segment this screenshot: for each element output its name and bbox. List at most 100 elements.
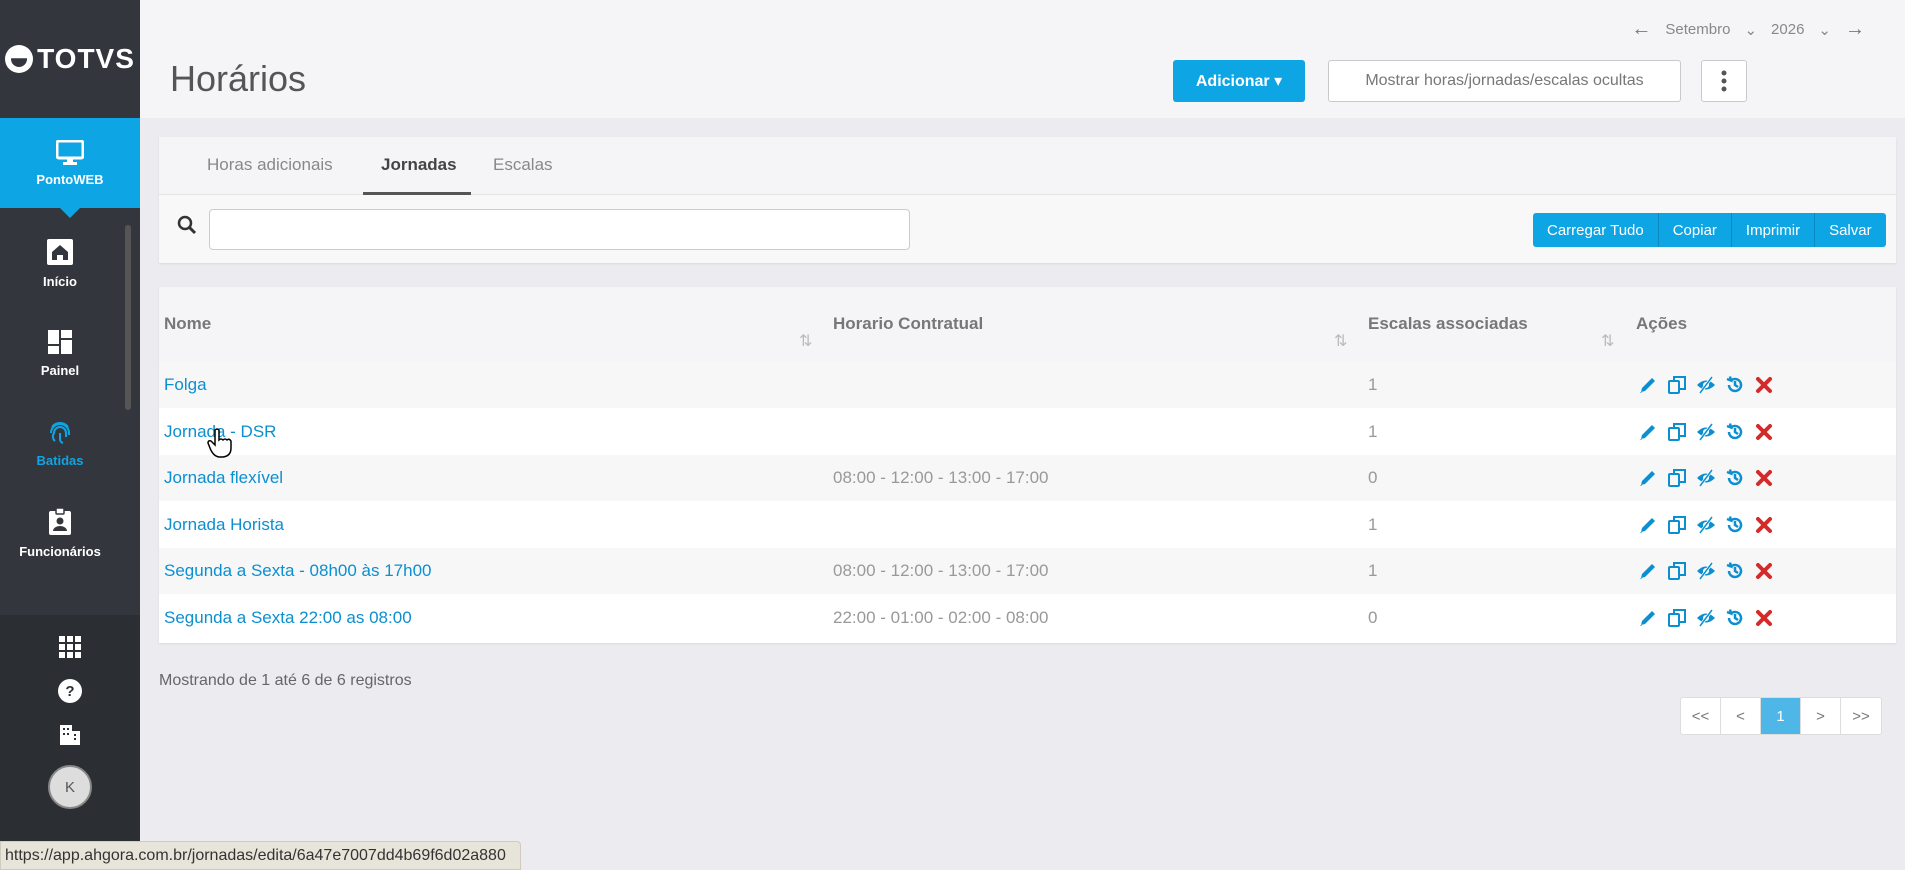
app-label: PontoWEB — [36, 171, 104, 187]
first-page-button[interactable]: << — [1681, 698, 1721, 734]
escalas-associadas-cell: 1 — [1368, 561, 1378, 580]
sidebar-item-painel[interactable]: Painel — [0, 308, 120, 398]
next-month-arrow-icon[interactable]: → — [1845, 18, 1865, 41]
history-icon[interactable] — [1723, 559, 1747, 583]
prev-month-arrow-icon[interactable]: ← — [1631, 18, 1651, 41]
year-select[interactable]: 2026 — [1771, 21, 1804, 38]
last-page-button[interactable]: >> — [1841, 698, 1881, 734]
sidebar-item-funcionarios[interactable]: Funcionários — [0, 488, 120, 578]
row-actions — [1636, 513, 1776, 537]
period-selector: ← Setembro ⌄ 2026 ⌄ → — [1631, 18, 1865, 41]
delete-x-icon[interactable] — [1752, 466, 1776, 490]
history-icon[interactable] — [1723, 513, 1747, 537]
column-header-nome[interactable]: Nome — [164, 314, 211, 334]
totvs-logo[interactable]: TOTVS — [0, 0, 140, 118]
jornada-name-link[interactable]: Jornada flexível — [164, 468, 283, 488]
building-icon[interactable] — [58, 723, 82, 747]
search-input[interactable] — [209, 209, 910, 250]
page-title: Horários — [170, 58, 307, 99]
edit-pencil-icon[interactable] — [1636, 373, 1660, 397]
prev-page-button[interactable]: < — [1721, 698, 1761, 734]
edit-pencil-icon[interactable] — [1636, 513, 1660, 537]
column-header-escalas[interactable]: Escalas associadas — [1368, 314, 1528, 334]
sidebar-scrollbar[interactable] — [125, 225, 131, 410]
hide-eye-icon[interactable] — [1694, 513, 1718, 537]
history-icon[interactable] — [1723, 606, 1747, 630]
tab-horas-adicionais[interactable]: Horas adicionais — [207, 155, 333, 175]
delete-x-icon[interactable] — [1752, 606, 1776, 630]
copy-icon[interactable] — [1665, 513, 1689, 537]
totvs-logo-icon — [5, 45, 34, 73]
save-button[interactable]: Salvar — [1815, 213, 1886, 247]
month-select[interactable]: Setembro — [1665, 21, 1730, 38]
app-tile-pontoweb[interactable]: PontoWEB — [0, 118, 140, 218]
edit-pencil-icon[interactable] — [1636, 559, 1660, 583]
jornada-name-link[interactable]: Segunda a Sexta 22:00 as 08:00 — [164, 608, 412, 628]
sidebar-bottom: ? K — [0, 615, 140, 870]
hide-eye-icon[interactable] — [1694, 466, 1718, 490]
tab-escalas[interactable]: Escalas — [493, 155, 553, 175]
sidebar-item-inicio[interactable]: Início — [0, 218, 120, 308]
chevron-down-icon[interactable]: ⌄ — [1744, 21, 1757, 39]
delete-x-icon[interactable] — [1752, 420, 1776, 444]
delete-x-icon[interactable] — [1752, 559, 1776, 583]
sidebar-item-batidas[interactable]: Batidas — [0, 398, 120, 488]
hide-eye-icon[interactable] — [1694, 420, 1718, 444]
avatar[interactable]: K — [48, 765, 92, 809]
jornada-name-link[interactable]: Folga — [164, 375, 207, 395]
escalas-associadas-cell: 0 — [1368, 468, 1378, 487]
row-actions — [1636, 466, 1776, 490]
copy-icon[interactable] — [1665, 559, 1689, 583]
copy-icon[interactable] — [1665, 606, 1689, 630]
apps-grid-icon[interactable] — [58, 635, 82, 659]
tabs-toolbar-panel: Horas adicionais Jornadas Escalas Carreg… — [159, 137, 1896, 263]
history-icon[interactable] — [1723, 373, 1747, 397]
edit-pencil-icon[interactable] — [1636, 606, 1660, 630]
edit-pencil-icon[interactable] — [1636, 420, 1660, 444]
sidebar-item-label: Funcionários — [19, 543, 101, 559]
show-hidden-button[interactable]: Mostrar horas/jornadas/escalas ocultas — [1328, 60, 1681, 102]
help-icon[interactable]: ? — [58, 679, 82, 703]
edit-pencil-icon[interactable] — [1636, 466, 1660, 490]
sort-icon[interactable]: ⇅ — [799, 331, 812, 351]
hide-eye-icon[interactable] — [1694, 373, 1718, 397]
table-row: Segunda a Sexta - 08h00 às 17h00 08:00 -… — [159, 548, 1896, 594]
table-row: Jornada Horista 1 — [159, 501, 1896, 548]
next-page-button[interactable]: > — [1801, 698, 1841, 734]
avatar-initial: K — [64, 778, 75, 796]
history-icon[interactable] — [1723, 420, 1747, 444]
pagination: << < 1 > >> — [1680, 697, 1882, 735]
dashboard-icon — [48, 329, 72, 354]
column-header-horario[interactable]: Horario Contratual — [833, 314, 983, 334]
sort-icon[interactable]: ⇅ — [1601, 331, 1614, 351]
sidebar-item-label: Início — [43, 273, 77, 289]
tab-jornadas[interactable]: Jornadas — [381, 155, 457, 175]
load-all-button[interactable]: Carregar Tudo — [1533, 213, 1659, 247]
copy-icon[interactable] — [1665, 373, 1689, 397]
sidebar: TOTVS PontoWEB Início Painel Batidas Fun… — [0, 0, 140, 870]
delete-x-icon[interactable] — [1752, 513, 1776, 537]
more-options-button[interactable] — [1701, 60, 1747, 102]
copy-icon[interactable] — [1665, 420, 1689, 444]
active-tab-indicator — [363, 192, 471, 195]
record-count-info: Mostrando de 1 até 6 de 6 registros — [159, 672, 412, 689]
sort-icon[interactable]: ⇅ — [1334, 331, 1347, 351]
home-icon — [47, 238, 73, 265]
jornada-name-link[interactable]: Segunda a Sexta - 08h00 às 17h00 — [164, 561, 432, 581]
add-button[interactable]: Adicionar ▾ — [1173, 60, 1305, 102]
chevron-down-icon[interactable]: ⌄ — [1818, 21, 1831, 39]
page-1-button[interactable]: 1 — [1761, 698, 1801, 734]
jornadas-table: Nome ⇅ Horario Contratual ⇅ Escalas asso… — [159, 287, 1896, 643]
hide-eye-icon[interactable] — [1694, 606, 1718, 630]
jornada-name-link[interactable]: Jornada Horista — [164, 515, 284, 535]
row-actions — [1636, 559, 1776, 583]
delete-x-icon[interactable] — [1752, 373, 1776, 397]
hide-eye-icon[interactable] — [1694, 559, 1718, 583]
badge-icon — [49, 507, 71, 535]
row-actions — [1636, 373, 1776, 397]
copy-icon[interactable] — [1665, 466, 1689, 490]
print-button[interactable]: Imprimir — [1731, 213, 1816, 247]
history-icon[interactable] — [1723, 466, 1747, 490]
copy-button[interactable]: Copiar — [1658, 213, 1732, 247]
row-actions — [1636, 606, 1776, 630]
